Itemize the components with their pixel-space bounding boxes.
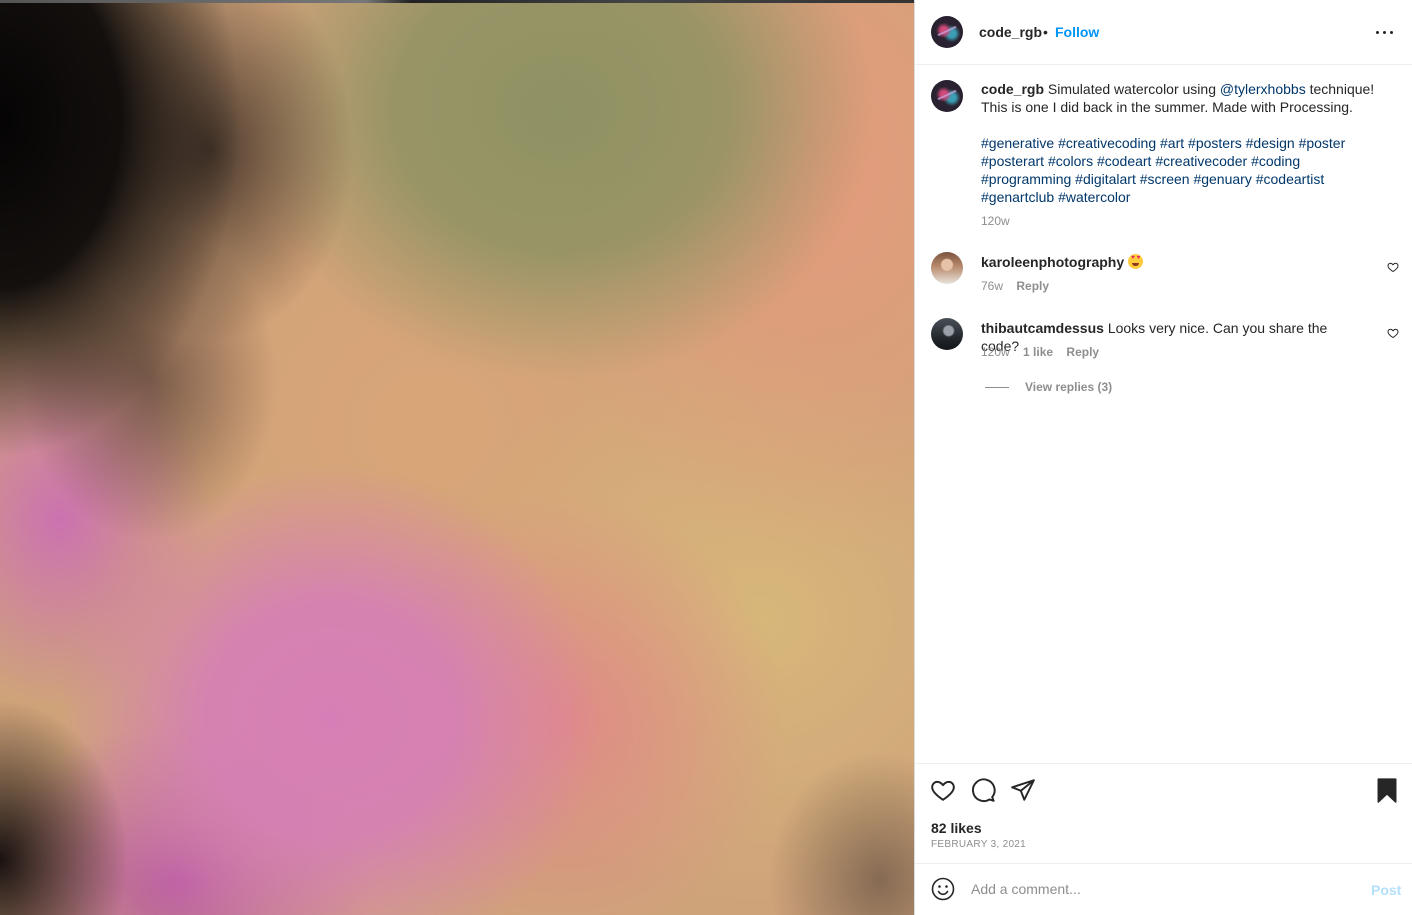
hashtag-line: #programming #digitalart #screen #genuar…: [981, 170, 1381, 188]
more-options-button[interactable]: [1373, 23, 1397, 41]
caption-gap: [981, 116, 1381, 134]
caption-text-after: technique!: [1305, 81, 1375, 97]
commenter-username[interactable]: thibautcamdessus: [981, 320, 1104, 336]
comment-like-heart-icon[interactable]: [1387, 261, 1399, 273]
caption-line-1: code_rgb Simulated watercolor using @tyl…: [981, 80, 1381, 98]
comment-likes-count[interactable]: 1 like: [1023, 345, 1053, 359]
more-icon-dot: [1390, 31, 1393, 34]
hashtag-line: #generative #creativecoding #art #poster…: [981, 134, 1381, 152]
comment-text: karoleenphotography: [981, 253, 1361, 271]
follow-button[interactable]: Follow: [1055, 24, 1099, 40]
reply-button[interactable]: Reply: [1016, 279, 1049, 293]
hashtag-link[interactable]: #digitalart: [1075, 171, 1136, 187]
hashtag-line: #posterart #colors #codeart #creativecod…: [981, 152, 1381, 170]
caption-mention[interactable]: @tylerxhobbs: [1220, 81, 1306, 97]
heart-icon[interactable]: [930, 777, 956, 803]
view-replies-button[interactable]: View replies (3): [985, 380, 1112, 394]
share-icon[interactable]: [1010, 777, 1036, 803]
comment-meta: 120w 1 like Reply: [981, 345, 1109, 359]
commenter-avatar[interactable]: [931, 252, 963, 284]
hashtag-link[interactable]: #colors: [1048, 153, 1093, 169]
post-comment-button[interactable]: Post: [1371, 882, 1401, 898]
comment-box-divider: [915, 863, 1412, 864]
post-header: code_rgb • Follow: [915, 0, 1412, 65]
hashtag-link[interactable]: #creativecoder: [1155, 153, 1247, 169]
owner-username[interactable]: code_rgb: [979, 24, 1042, 40]
comment-time[interactable]: 120w: [981, 345, 1010, 359]
commenter-avatar[interactable]: [931, 318, 963, 350]
post-caption: code_rgb Simulated watercolor using @tyl…: [981, 80, 1381, 206]
comment-icon[interactable]: [970, 777, 996, 803]
post-sidebar: code_rgb • Follow code_rgb Simulated wat…: [915, 0, 1412, 915]
bookmark-icon[interactable]: [1374, 777, 1400, 803]
post-image[interactable]: [0, 0, 914, 915]
hashtag-link[interactable]: #art: [1160, 135, 1184, 151]
hashtag-link[interactable]: #genartclub: [981, 189, 1054, 205]
separator-dot: •: [1043, 24, 1048, 40]
caption-line-2: This is one I did back in the summer. Ma…: [981, 99, 1353, 115]
hashtag-line: #genartclub #watercolor: [981, 188, 1381, 206]
owner-avatar[interactable]: [931, 16, 963, 48]
comment-like-heart-icon[interactable]: [1387, 327, 1399, 339]
actions-divider: [915, 763, 1412, 764]
more-icon-dot: [1383, 31, 1386, 34]
watercolor-layer-dark: [0, 0, 914, 915]
hashtag-link[interactable]: #generative: [981, 135, 1054, 151]
hashtag-link[interactable]: #codeartist: [1256, 171, 1324, 187]
caption-avatar[interactable]: [931, 80, 963, 112]
hashtag-link[interactable]: #programming: [981, 171, 1071, 187]
caption-username[interactable]: code_rgb: [981, 81, 1044, 97]
likes-count[interactable]: 82 likes: [931, 820, 982, 836]
hashtag-link[interactable]: #codeart: [1097, 153, 1151, 169]
hashtag-link[interactable]: #creativecoding: [1058, 135, 1156, 151]
hashtag-link[interactable]: #genuary: [1193, 171, 1251, 187]
more-icon: [1376, 31, 1379, 34]
hashtag-link[interactable]: #poster: [1299, 135, 1346, 151]
hashtag-link[interactable]: #posterart: [981, 153, 1044, 169]
post-date[interactable]: FEBRUARY 3, 2021: [931, 839, 1026, 850]
hashtag-link[interactable]: #coding: [1251, 153, 1300, 169]
view-replies-label: View replies (3): [1025, 380, 1113, 394]
heart-eyes-emoji-icon: [1128, 254, 1144, 269]
commenter-username[interactable]: karoleenphotography: [981, 254, 1124, 270]
hashtag-link[interactable]: #posters: [1188, 135, 1242, 151]
emoji-icon[interactable]: [931, 877, 955, 901]
comment-meta: 76w Reply: [981, 279, 1059, 293]
caption-text-before: Simulated watercolor using: [1044, 81, 1220, 97]
hashtag-link[interactable]: #screen: [1140, 171, 1190, 187]
add-comment-input[interactable]: [971, 878, 1351, 900]
reply-button[interactable]: Reply: [1066, 345, 1099, 359]
hashtag-link[interactable]: #watercolor: [1058, 189, 1130, 205]
carousel-strip: [0, 0, 914, 3]
hashtag-link[interactable]: #design: [1246, 135, 1295, 151]
caption-timestamp[interactable]: 120w: [981, 214, 1010, 228]
replies-line: [985, 387, 1009, 389]
comment-time[interactable]: 76w: [981, 279, 1003, 293]
